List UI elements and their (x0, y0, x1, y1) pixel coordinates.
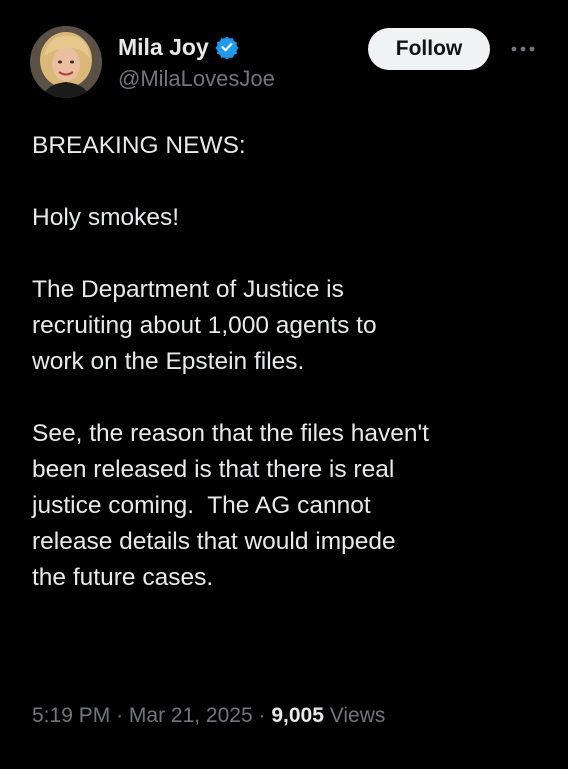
name-row: Mila Joy (118, 32, 275, 62)
tweet-line: Holy smokes! (32, 204, 180, 231)
author-handle[interactable]: @MilaLovesJoe (118, 66, 275, 92)
tweet-line: justice coming. The AG cannot (32, 492, 371, 519)
tweet-date[interactable]: Mar 21, 2025 (129, 704, 253, 727)
tweet-header: Mila Joy @MilaLovesJoe Follow (30, 26, 540, 102)
display-name[interactable]: Mila Joy (118, 34, 209, 61)
views-count[interactable]: 9,005 (271, 704, 324, 727)
tweet-line: been released is that there is real (32, 456, 395, 483)
tweet-line: BREAKING NEWS: (32, 132, 246, 159)
tweet-time[interactable]: 5:19 PM (32, 704, 110, 727)
tweet-line: release details that would impede (32, 528, 396, 555)
tweet-meta: 5:19 PM · Mar 21, 2025 · 9,005 Views (32, 704, 385, 728)
author-names: Mila Joy @MilaLovesJoe (118, 32, 275, 92)
tweet-line: the future cases. (32, 564, 214, 591)
tweet-line: The Department of Justice is (32, 276, 344, 303)
avatar[interactable] (30, 26, 102, 98)
tweet-text: BREAKING NEWS: Holy smokes! The Departme… (32, 128, 542, 596)
views-label: Views (329, 704, 386, 727)
meta-separator: · (258, 704, 266, 727)
follow-button[interactable]: Follow (368, 28, 490, 70)
tweet-line: work on the Epstein files. (32, 348, 305, 375)
verified-badge-icon (215, 35, 239, 60)
meta-separator: · (116, 704, 124, 727)
tweet-line: See, the reason that the files haven't (32, 420, 429, 447)
more-options-icon[interactable] (508, 36, 538, 62)
tweet-line: recruiting about 1,000 agents to (32, 312, 377, 339)
